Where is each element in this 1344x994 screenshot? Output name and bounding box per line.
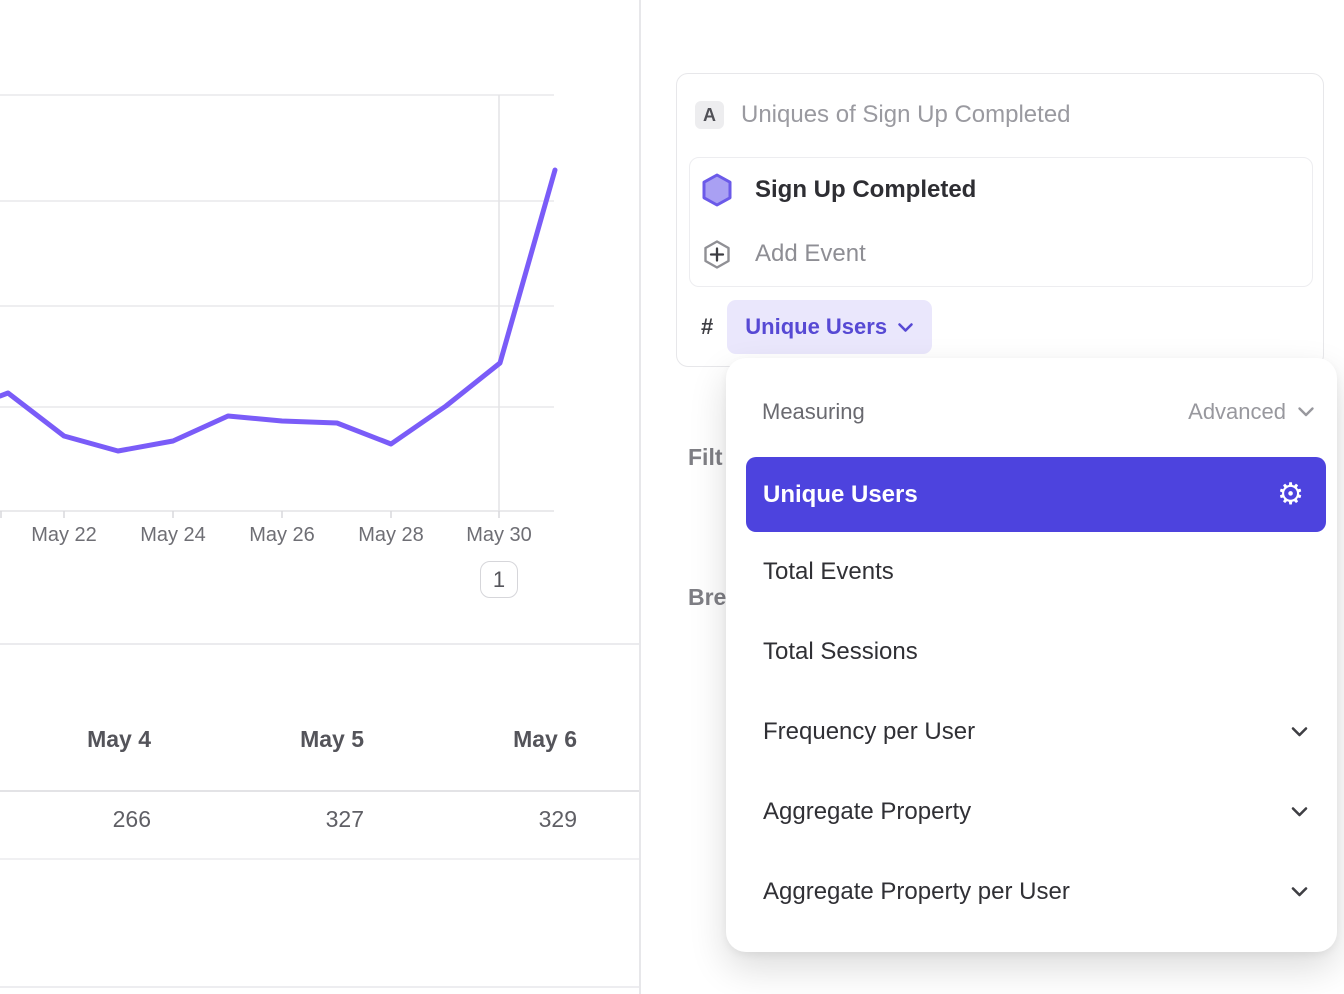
chevron-down-icon	[1290, 886, 1309, 898]
x-axis-label: May 30	[466, 524, 532, 547]
metric-row: # Unique Users	[701, 300, 932, 354]
dropdown-header: Measuring Advanced	[762, 390, 1315, 434]
x-axis-label: May 22	[31, 524, 97, 547]
line-chart-svg	[0, 0, 639, 600]
event-card: Sign Up Completed Add Event	[689, 157, 1313, 287]
table-value-cell: 329	[426, 806, 639, 833]
chevron-down-icon	[1290, 726, 1309, 738]
table-value-cell: 266	[0, 806, 213, 833]
dropdown-item-label: Frequency per User	[763, 718, 975, 746]
series-header: A Uniques of Sign Up Completed	[695, 101, 1071, 129]
x-axis-label: May 26	[249, 524, 315, 547]
dropdown-item-label: Aggregate Property	[763, 798, 971, 826]
add-event-row[interactable]: Add Event	[690, 222, 1312, 286]
measuring-label: Measuring	[762, 399, 865, 425]
series-line	[0, 170, 555, 451]
advanced-label: Advanced	[1188, 399, 1286, 425]
metric-dropdown-button[interactable]: Unique Users	[727, 300, 932, 354]
hash-symbol: #	[701, 314, 713, 340]
measurement-dropdown: Measuring Advanced Unique Users ⚙ Total …	[726, 358, 1337, 952]
advanced-mode-select[interactable]: Advanced	[1188, 399, 1315, 425]
selected-item-label: Unique Users	[763, 481, 918, 509]
dropdown-item[interactable]: Total Sessions	[726, 612, 1337, 692]
table-header-cell: May 6	[426, 726, 639, 753]
x-axis-label: May 24	[140, 524, 206, 547]
hexagon-plus-icon	[702, 239, 732, 270]
query-builder-card: A Uniques of Sign Up Completed Sign Up C…	[676, 73, 1324, 367]
chart-panel: May 22 May 24 May 26 May 28 May 30 1 May 4 M…	[0, 0, 639, 994]
series-title: Uniques of Sign Up Completed	[741, 101, 1071, 129]
filter-section-label: Filt	[688, 444, 723, 471]
table-row: 266 327 329	[0, 806, 639, 833]
breakdown-section-label: Bre	[688, 584, 726, 611]
dropdown-items: Total Events Total Sessions Frequency pe…	[726, 532, 1337, 932]
hexagon-icon	[702, 173, 732, 207]
dropdown-item-label: Total Events	[763, 558, 894, 586]
dropdown-item[interactable]: Aggregate Property	[726, 772, 1337, 852]
x-axis-label: May 28	[358, 524, 424, 547]
add-event-label: Add Event	[755, 240, 866, 268]
chevron-down-icon	[1297, 406, 1315, 418]
metric-value: Unique Users	[745, 314, 887, 340]
table-header-cell: May 4	[0, 726, 213, 753]
table-header-row: May 4 May 5 May 6	[0, 726, 639, 753]
chevron-down-icon	[897, 322, 914, 333]
panel-divider	[639, 0, 641, 994]
dropdown-item[interactable]: Frequency per User	[726, 692, 1337, 772]
line-chart: May 22 May 24 May 26 May 28 May 30 1	[0, 0, 639, 600]
table-value-cell: 327	[213, 806, 426, 833]
divider	[0, 986, 639, 988]
divider	[0, 858, 639, 860]
chevron-down-icon	[1290, 806, 1309, 818]
dropdown-item-label: Total Sessions	[763, 638, 918, 666]
event-row[interactable]: Sign Up Completed	[690, 158, 1312, 222]
gear-icon[interactable]: ⚙	[1277, 480, 1304, 510]
divider	[0, 643, 639, 645]
annotation-badge[interactable]: 1	[480, 561, 518, 598]
dropdown-item[interactable]: Total Events	[726, 532, 1337, 612]
divider	[0, 790, 639, 792]
event-name: Sign Up Completed	[755, 176, 976, 204]
series-letter-badge: A	[695, 101, 724, 129]
dropdown-item-selected[interactable]: Unique Users ⚙	[746, 457, 1326, 532]
dropdown-item-label: Aggregate Property per User	[763, 878, 1070, 906]
dropdown-item[interactable]: Aggregate Property per User	[726, 852, 1337, 932]
table-header-cell: May 5	[213, 726, 426, 753]
